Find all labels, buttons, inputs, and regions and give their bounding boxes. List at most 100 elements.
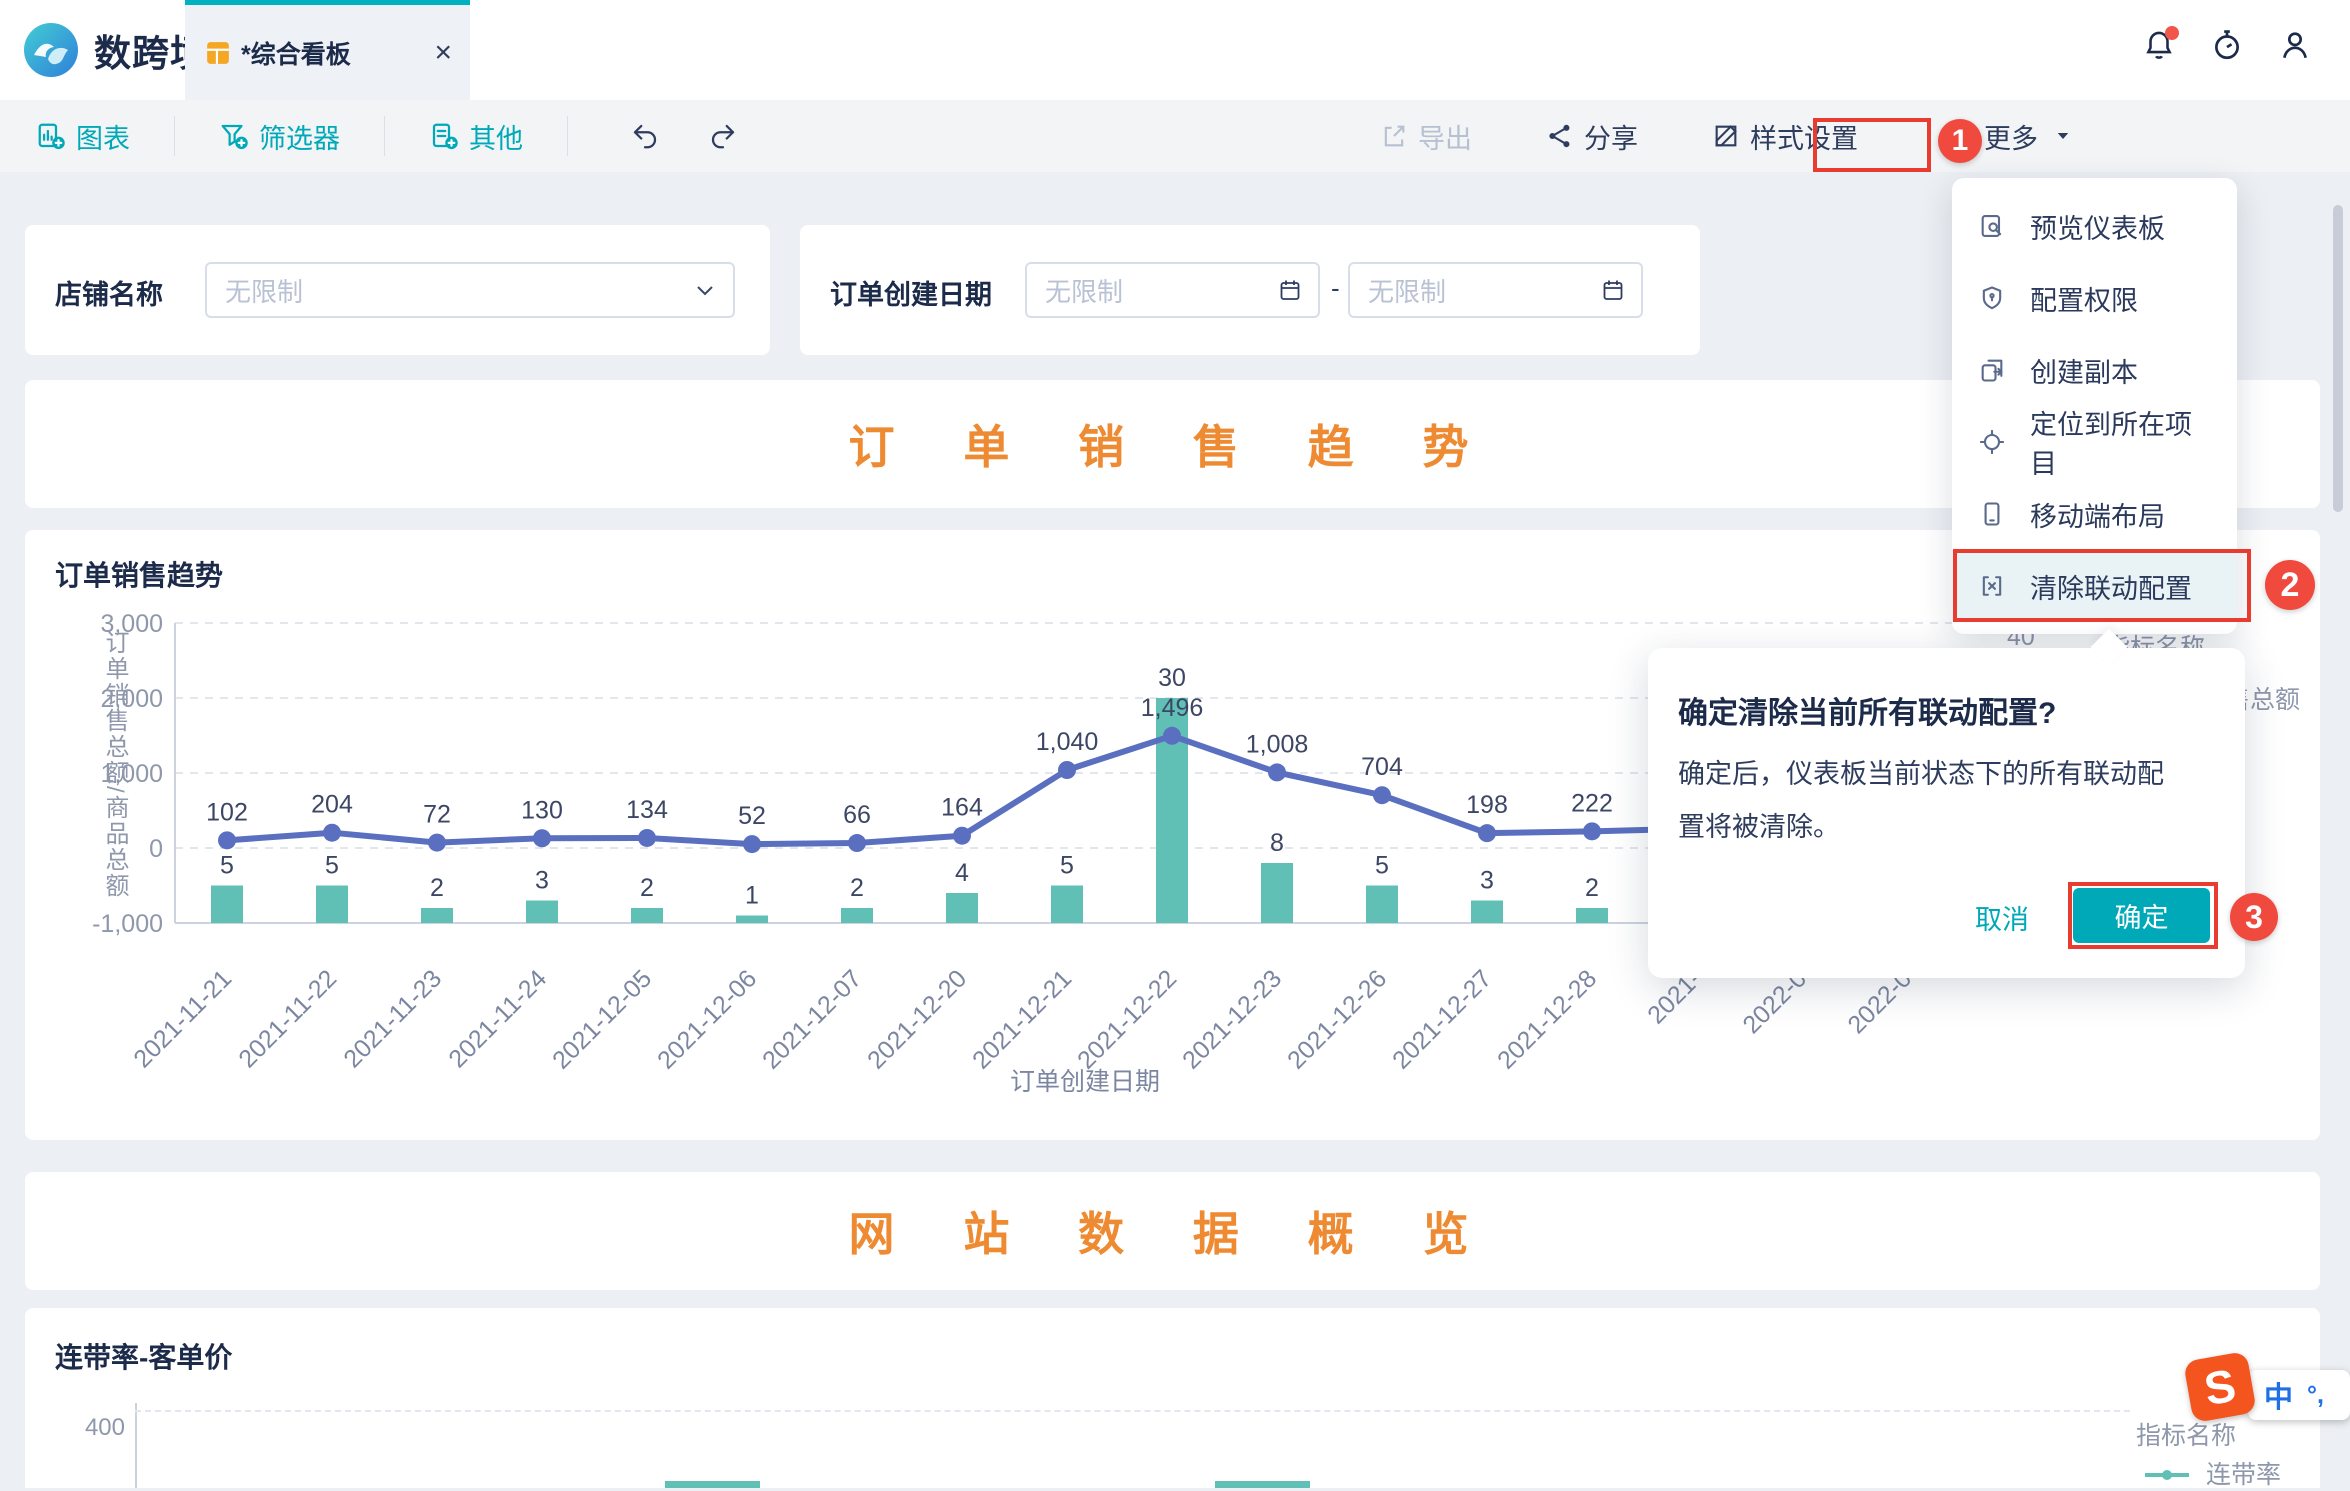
chart2-legend-item[interactable]: 连带率 xyxy=(2206,1455,2281,1491)
svg-text:0: 0 xyxy=(149,835,163,863)
svg-text:1,040: 1,040 xyxy=(1036,728,1099,756)
notification-bell-icon[interactable] xyxy=(2142,28,2176,62)
cancel-button[interactable]: 取消 xyxy=(1975,898,2029,937)
svg-text:164: 164 xyxy=(941,794,983,822)
svg-text:2021-11-22: 2021-11-22 xyxy=(233,964,342,1073)
svg-text:1: 1 xyxy=(745,882,759,910)
svg-text:-1,000: -1,000 xyxy=(92,910,163,938)
caret-down-icon xyxy=(2054,127,2072,145)
ime-bar[interactable]: 中 °, xyxy=(2248,1370,2350,1420)
page-scrollbar[interactable] xyxy=(2333,205,2343,512)
svg-text:198: 198 xyxy=(1466,791,1508,819)
annotation-step-3: 3 xyxy=(2230,893,2278,941)
top-bar: 数跨境BI *综合看板 × xyxy=(0,0,2350,100)
dashboard-tab[interactable]: *综合看板 × xyxy=(185,0,470,100)
rate-price-bar-partial xyxy=(665,1481,760,1488)
toolbar-divider xyxy=(567,116,568,156)
tab-title: *综合看板 xyxy=(241,35,434,71)
date-filter-label: 订单创建日期 xyxy=(830,273,992,312)
svg-text:2021-12-26: 2021-12-26 xyxy=(1282,964,1392,1074)
filter-add-icon xyxy=(219,121,249,151)
svg-text:2021-12-27: 2021-12-27 xyxy=(1387,964,1497,1074)
toolbar-chart-button[interactable]: 图表 xyxy=(30,117,136,156)
date-range-separator: - xyxy=(1331,273,1340,304)
dialog-body: 确定后，仪表板当前状态下的所有联动配 置将被清除。 xyxy=(1678,748,2223,854)
chart-add-icon xyxy=(36,121,66,151)
undo-button[interactable] xyxy=(630,121,660,151)
shop-filter-card: 店铺名称 无限制 xyxy=(25,225,770,355)
dashboard-toolbar: 图表 筛选器 其他 导出 分享 xyxy=(0,100,2350,172)
date-filter-card: 订单创建日期 无限制 - 无限制 xyxy=(800,225,1700,355)
svg-text:2021-12-20: 2021-12-20 xyxy=(862,964,972,1074)
svg-text:2: 2 xyxy=(1585,874,1599,902)
create-copy-icon xyxy=(1978,356,2006,384)
svg-text:2021-12-07: 2021-12-07 xyxy=(757,964,867,1074)
svg-text:52: 52 xyxy=(738,802,766,830)
svg-text:订单创建日期: 订单创建日期 xyxy=(1010,1068,1160,1096)
share-button[interactable]: 分享 xyxy=(1546,117,1638,156)
svg-text:5: 5 xyxy=(1060,852,1074,880)
menu-item-create-copy[interactable]: 创建副本 xyxy=(1952,334,2237,406)
permission-shield-icon xyxy=(1978,284,2006,312)
chart2-legend-line-marker xyxy=(2145,1468,2189,1482)
user-icon[interactable] xyxy=(2278,28,2312,62)
notification-dot xyxy=(2165,26,2179,40)
shop-filter-label: 店铺名称 xyxy=(55,273,163,312)
svg-text:2021-12-05: 2021-12-05 xyxy=(547,964,657,1074)
export-button[interactable]: 导出 xyxy=(1380,117,1472,156)
svg-text:30: 30 xyxy=(1158,664,1186,692)
svg-text:2: 2 xyxy=(430,874,444,902)
svg-text:704: 704 xyxy=(1361,753,1403,781)
svg-text:2021-12-28: 2021-12-28 xyxy=(1492,964,1602,1074)
svg-text:4: 4 xyxy=(955,859,969,887)
menu-item-permission-shield[interactable]: 配置权限 xyxy=(1952,262,2237,334)
tab-close-icon[interactable]: × xyxy=(434,38,452,68)
annotation-step-2: 2 xyxy=(2265,560,2315,610)
rate-price-gridline xyxy=(135,1410,2130,1412)
menu-item-mobile-layout[interactable]: 移动端布局 xyxy=(1952,478,2237,550)
menu-item-locate-project[interactable]: 定位到所在项目 xyxy=(1952,406,2237,478)
redo-button[interactable] xyxy=(708,121,738,151)
svg-text:3: 3 xyxy=(1480,867,1494,895)
svg-text:2021-12-22: 2021-12-22 xyxy=(1072,964,1182,1074)
date-end-placeholder: 无限制 xyxy=(1368,272,1601,309)
site-overview-banner-title: 网 站 数 据 概 览 xyxy=(25,1198,2320,1264)
ime-lang: 中 xyxy=(2264,1374,2293,1416)
svg-text:2: 2 xyxy=(640,874,654,902)
menu-item-preview-dashboard[interactable]: 预览仪表板 xyxy=(1952,190,2237,262)
shop-select[interactable]: 无限制 xyxy=(205,262,735,318)
svg-text:72: 72 xyxy=(423,801,451,829)
toolbar-divider xyxy=(174,116,175,156)
svg-text:2021-12-06: 2021-12-06 xyxy=(652,964,762,1074)
rate-price-chart-title: 连带率-客单价 xyxy=(55,1336,232,1376)
svg-text:2021-12-23: 2021-12-23 xyxy=(1177,964,1287,1074)
toolbar-divider xyxy=(384,116,385,156)
svg-text:222: 222 xyxy=(1571,789,1613,817)
doc-add-icon xyxy=(429,121,459,151)
date-start-placeholder: 无限制 xyxy=(1045,272,1278,309)
annotation-box-more xyxy=(1813,118,1931,172)
history-clock-icon[interactable] xyxy=(2210,28,2244,62)
calendar-icon xyxy=(1601,278,1625,302)
svg-text:1,008: 1,008 xyxy=(1246,730,1309,758)
svg-text:8: 8 xyxy=(1270,829,1284,857)
svg-text:2021-11-23: 2021-11-23 xyxy=(338,964,447,1073)
shop-select-placeholder: 无限制 xyxy=(225,272,693,309)
preview-dashboard-icon xyxy=(1978,212,2006,240)
toolbar-filter-button[interactable]: 筛选器 xyxy=(213,117,346,156)
ime-punct: °, xyxy=(2307,1381,2324,1410)
annotation-box-confirm xyxy=(2068,882,2218,949)
locate-project-icon xyxy=(1978,428,2006,456)
annotation-step-1: 1 xyxy=(1938,119,1982,163)
svg-text:1,000: 1,000 xyxy=(100,760,163,788)
calendar-icon xyxy=(1278,278,1302,302)
svg-text:204: 204 xyxy=(311,791,353,819)
export-icon xyxy=(1380,122,1408,150)
date-end-input[interactable]: 无限制 xyxy=(1348,262,1643,318)
date-start-input[interactable]: 无限制 xyxy=(1025,262,1320,318)
svg-text:3: 3 xyxy=(535,867,549,895)
toolbar-other-button[interactable]: 其他 xyxy=(423,117,529,156)
svg-text:2: 2 xyxy=(850,874,864,902)
svg-text:102: 102 xyxy=(206,798,248,826)
dialog-title: 确定清除当前所有联动配置? xyxy=(1678,688,2056,732)
